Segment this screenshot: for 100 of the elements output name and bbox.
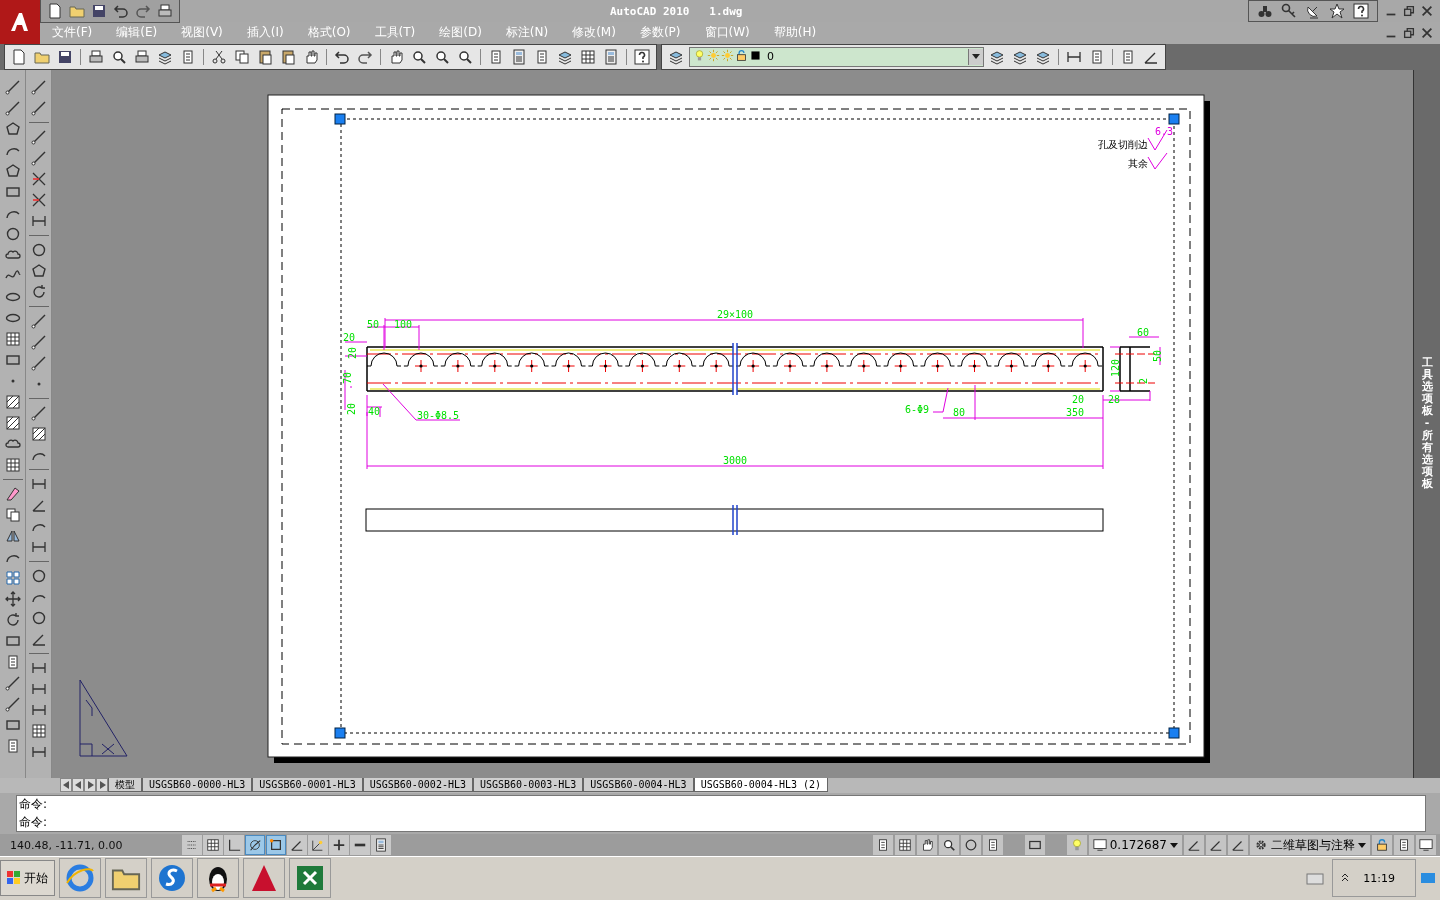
object-snap-tracking-button[interactable] — [287, 835, 307, 856]
spreadsheet-icon[interactable] — [289, 858, 331, 899]
triangle-app-icon[interactable] — [243, 858, 285, 899]
dimension-text: 40 — [368, 405, 380, 417]
layout-tab[interactable]: USGSB60-0004-HL3 — [583, 778, 694, 793]
open-folder-icon[interactable] — [69, 3, 85, 19]
clock: 11:19 — [1363, 872, 1395, 885]
gear-icon — [1254, 838, 1268, 853]
key-icon[interactable] — [1281, 3, 1297, 19]
undo-icon[interactable] — [113, 3, 129, 19]
annotation-icon[interactable] — [1066, 835, 1087, 856]
right-angle-icon — [227, 838, 241, 853]
tracking-icon — [311, 838, 325, 853]
new-file-icon[interactable] — [47, 3, 63, 19]
save-icon[interactable] — [91, 3, 107, 19]
dimension-text: 20 — [1072, 393, 1084, 405]
right-arrow-icon[interactable] — [84, 778, 96, 793]
object-snap-button[interactable] — [266, 835, 286, 856]
dimension-text: 2 — [1138, 377, 1149, 384]
polar-tracking-button[interactable] — [245, 835, 265, 856]
swirl-icon[interactable] — [151, 858, 193, 899]
surface-note: 孔及切削边 — [1098, 138, 1148, 150]
left-arrow-icon[interactable] — [60, 778, 72, 793]
layout-tab[interactable]: USGSB60-0002-HL3 — [362, 778, 473, 793]
coordinate-readout: 140.48, -11.71, 0.00 — [9, 838, 124, 852]
layout-tab[interactable]: USGSB60-0000-HL3 — [142, 778, 253, 793]
caret-icon — [1170, 842, 1178, 848]
globe-icon[interactable] — [59, 858, 101, 899]
quick-properties-button[interactable] — [371, 835, 391, 856]
close-icon[interactable] — [1420, 25, 1434, 40]
ortho-mode-button[interactable] — [224, 835, 244, 856]
dimension-text: 80 — [953, 406, 965, 418]
dimension-text: 120 — [1110, 358, 1121, 377]
dimension-text: 350 — [1065, 406, 1085, 418]
dimension-text: 28 — [1108, 393, 1120, 405]
viewport-icon[interactable] — [1024, 835, 1045, 856]
help-icon[interactable] — [632, 46, 652, 67]
grip-handle[interactable] — [334, 113, 346, 125]
dimension-text: 29×100 — [716, 308, 754, 320]
workspace-dropdown[interactable]: 二维草图与注释 — [1250, 835, 1370, 856]
grid-display-button[interactable] — [203, 835, 223, 856]
tool-palette-strip[interactable]: 工具选项板 - 所有选项板 — [1413, 69, 1440, 778]
folder-icon[interactable] — [105, 858, 147, 899]
dimension-text: 20 — [346, 402, 357, 415]
roughness-symbol — [1147, 152, 1168, 170]
command-window[interactable]: 命令: 命令: — [16, 795, 1426, 833]
grid-icon — [206, 838, 220, 853]
plus-icon — [332, 838, 346, 853]
window-title: AutoCAD 2010 1.dwg — [610, 4, 743, 18]
pan-hand-icon[interactable] — [916, 835, 937, 856]
dimension-text: 20 — [347, 346, 358, 359]
dynamic-ucs-button[interactable] — [308, 835, 328, 856]
document-icon[interactable] — [1394, 835, 1414, 856]
application-menu-button[interactable] — [0, 0, 40, 44]
layout-tab[interactable]: 模型 — [108, 778, 142, 793]
clean-screen-icon[interactable] — [1416, 835, 1436, 856]
start-button[interactable]: 开始 — [0, 860, 55, 897]
zoom-icon[interactable] — [938, 835, 959, 856]
padlock-icon[interactable] — [1372, 835, 1392, 856]
command-line: 命令: — [19, 814, 49, 832]
circle-tool-icon[interactable] — [960, 835, 981, 856]
dimension-text: 50 — [1152, 349, 1163, 362]
surface-note: 其余 — [1128, 157, 1148, 169]
polar-icon — [248, 838, 262, 853]
redo-icon[interactable] — [135, 3, 151, 19]
dimension-text: 3000 — [722, 454, 748, 466]
annotation-visibility-icon[interactable] — [1184, 835, 1204, 856]
layer-dropdown[interactable]: 0 — [689, 46, 984, 67]
print-icon[interactable] — [157, 3, 173, 19]
star-icon[interactable] — [1329, 3, 1345, 19]
dimension-text: 20 — [343, 331, 355, 343]
layout-tab[interactable]: USGSB60-0003-HL3 — [473, 778, 584, 793]
dimension-text: 6-Φ9 — [904, 403, 930, 415]
document-icon[interactable] — [982, 835, 1003, 856]
left-arrow-icon[interactable] — [72, 778, 84, 793]
ucs-icon — [79, 679, 128, 757]
annotation-visibility-icon[interactable] — [1228, 835, 1248, 856]
restore-icon[interactable] — [1402, 25, 1416, 40]
grip-handle[interactable] — [1168, 113, 1180, 125]
document-icon[interactable] — [872, 835, 893, 856]
annotation-visibility-icon[interactable] — [1206, 835, 1226, 856]
restore-icon[interactable] — [1402, 4, 1416, 18]
table-tool-icon[interactable] — [894, 835, 915, 856]
annotation-scale-dropdown[interactable]: 0.172687 — [1088, 835, 1182, 856]
close-icon[interactable] — [1420, 4, 1434, 18]
four-squares-icon — [7, 871, 21, 886]
caret-icon — [1358, 842, 1366, 848]
grip-handle[interactable] — [1168, 727, 1180, 739]
layout-tab[interactable]: USGSB60-0001-HL3 — [252, 778, 363, 793]
roughness-value: 6.3 — [1155, 125, 1174, 137]
dimension-text: 50 — [367, 318, 379, 330]
grip-handle[interactable] — [334, 727, 346, 739]
binoculars-icon[interactable] — [1257, 3, 1273, 19]
snap-square-icon — [269, 838, 283, 853]
layout-tab[interactable]: USGSB60-0004-HL3 (2) — [693, 778, 829, 793]
help-icon[interactable] — [1353, 3, 1369, 19]
right-arrow-icon[interactable] — [96, 778, 108, 793]
dynamic-input-button[interactable] — [329, 835, 349, 856]
penguin-icon[interactable] — [197, 858, 239, 899]
lineweight-button[interactable] — [350, 835, 370, 856]
